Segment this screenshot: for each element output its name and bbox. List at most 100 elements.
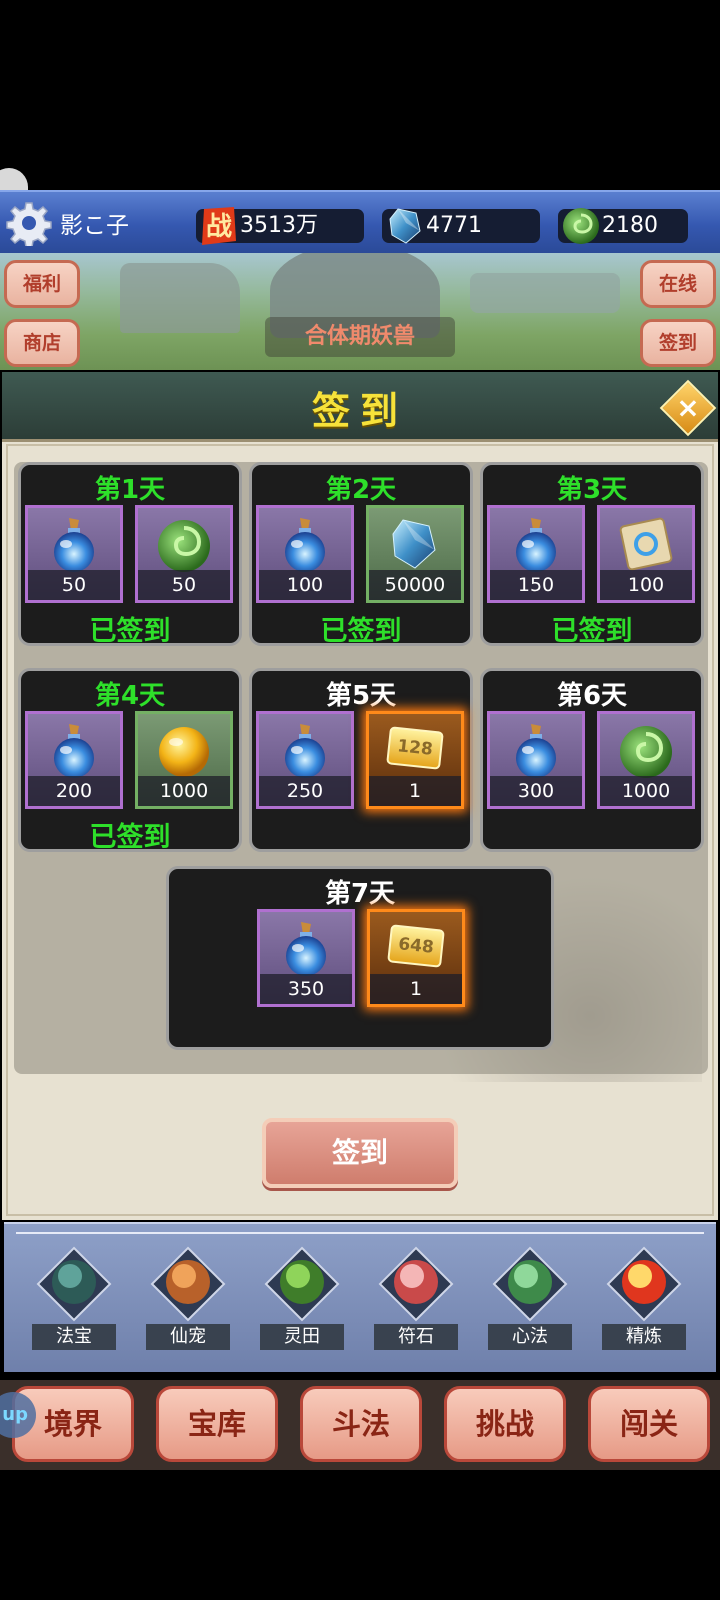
reward-quantity: 150 — [490, 570, 582, 600]
day-title: 第2天 — [325, 475, 397, 505]
reward-quantity: 250 — [259, 776, 351, 806]
dock-label: 灵田 — [260, 1324, 344, 1350]
day-title: 第7天 — [324, 879, 396, 909]
battle-power-icon: 战 — [202, 207, 236, 245]
signin-shortcut-button[interactable]: 签到 — [640, 319, 716, 367]
day-title: 第1天 — [94, 475, 166, 505]
reward-quantity: 1 — [370, 974, 462, 1004]
dock-label: 符石 — [374, 1324, 458, 1350]
svg-text:战: 战 — [206, 212, 232, 242]
reward-quantity: 1000 — [600, 776, 692, 806]
reward-slot[interactable]: 350 — [257, 909, 355, 1007]
online-button[interactable]: 在线 — [640, 260, 716, 308]
scroll-icon — [619, 517, 673, 571]
gear-icon[interactable] — [6, 200, 52, 246]
crystal-pill: 4771 — [382, 208, 540, 244]
jade-coin-value: 2180 — [602, 213, 658, 238]
reward-quantity: 300 — [490, 776, 582, 806]
close-icon: × — [676, 391, 700, 424]
reward-slot[interactable]: 1000 — [135, 711, 233, 809]
signin-panel-body: 第1天 50 50 已签到 第2天 100 50000 已签到 第3天 150 100 已签到 第4天 2… — [2, 442, 718, 1220]
rune-stone-icon — [378, 1246, 454, 1322]
day-card-7: 第7天 350 648 1 — [166, 866, 554, 1050]
signed-status: 已签到 — [551, 616, 633, 647]
reward-slot[interactable]: 100 — [256, 505, 354, 603]
day-title: 第5天 — [325, 681, 397, 711]
reward-slot[interactable]: 1000 — [597, 711, 695, 809]
jade-coin-pill: 2180 — [558, 208, 688, 244]
reward-quantity: 100 — [259, 570, 351, 600]
reward-slot[interactable]: 300 — [487, 711, 585, 809]
jade-coin-icon — [563, 208, 599, 244]
dock-label: 心法 — [488, 1324, 572, 1350]
day-title: 第6天 — [556, 681, 628, 711]
day-card-4: 第4天 200 1000 已签到 — [18, 668, 242, 853]
blue-potion-icon — [285, 518, 325, 572]
main-nav: 境界 宝库 斗法 挑战 闯关 — [0, 1380, 720, 1470]
reward-quantity: 50 — [138, 570, 230, 600]
boss-label: 合体期妖兽 — [265, 317, 455, 357]
scene-ruins — [120, 263, 240, 333]
blue-potion-icon — [54, 518, 94, 572]
jade-coin-icon — [158, 520, 210, 572]
map-scene: 福利 商店 在线 签到 合体期妖兽 — [0, 253, 720, 370]
jade-coin-icon — [620, 726, 672, 778]
player-name: 影こ子 — [60, 213, 129, 239]
shop-button[interactable]: 商店 — [4, 319, 80, 367]
blue-potion-icon — [285, 724, 325, 778]
reward-quantity: 50000 — [369, 570, 461, 600]
function-dock: 法宝 仙宠 灵田 符石 心法 精炼 — [4, 1222, 716, 1372]
signed-status: 已签到 — [89, 616, 171, 647]
day-card-2: 第2天 100 50000 已签到 — [249, 462, 473, 647]
artifact-icon — [36, 1246, 112, 1322]
dock-item-4[interactable]: 符石 — [366, 1246, 466, 1354]
blue-potion-icon — [516, 724, 556, 778]
reward-slot[interactable]: 648 1 — [367, 909, 465, 1007]
dock-item-6[interactable]: 精炼 — [594, 1246, 694, 1354]
battle-power-pill: 战 3513万 — [196, 207, 364, 245]
reward-slot[interactable]: 150 — [487, 505, 585, 603]
dock-label: 法宝 — [32, 1324, 116, 1350]
reward-quantity: 1000 — [138, 776, 230, 806]
scene-stone-slab — [470, 273, 620, 313]
reward-slot[interactable]: 100 — [597, 505, 695, 603]
crystal-icon — [392, 519, 436, 569]
reward-quantity: 50 — [28, 570, 120, 600]
dock-item-3[interactable]: 灵田 — [252, 1246, 352, 1354]
reward-slot[interactable]: 50000 — [366, 505, 464, 603]
nav-button-4[interactable]: 挑战 — [444, 1386, 566, 1462]
reward-slot[interactable]: 200 — [25, 711, 123, 809]
signed-status: 已签到 — [89, 822, 171, 853]
reward-slot[interactable]: 250 — [256, 711, 354, 809]
dock-item-2[interactable]: 仙宠 — [138, 1246, 238, 1354]
blue-potion-icon — [54, 724, 94, 778]
nav-button-5[interactable]: 闯关 — [588, 1386, 710, 1462]
signin-panel-header: 签到 × — [2, 372, 718, 442]
refine-scroll-icon — [606, 1246, 682, 1322]
day-card-3: 第3天 150 100 已签到 — [480, 462, 704, 647]
dock-divider — [16, 1232, 704, 1234]
day-card-6: 第6天 300 1000 — [480, 668, 704, 852]
manual-book-icon — [492, 1246, 568, 1322]
reward-slot[interactable]: 50 — [25, 505, 123, 603]
crystal-icon — [389, 208, 421, 244]
gold-orb-icon — [159, 727, 209, 777]
reward-slot[interactable]: 50 — [135, 505, 233, 603]
panel-title: 签到 — [311, 389, 408, 433]
nav-button-2[interactable]: 宝库 — [156, 1386, 278, 1462]
welfare-button[interactable]: 福利 — [4, 260, 80, 308]
nav-button-3[interactable]: 斗法 — [300, 1386, 422, 1462]
dock-label: 仙宠 — [146, 1324, 230, 1350]
reward-slot[interactable]: 128 1 — [366, 711, 464, 809]
reward-quantity: 350 — [260, 974, 352, 1004]
fox-pet-icon — [150, 1246, 226, 1322]
spirit-field-icon — [264, 1246, 340, 1322]
day-title: 第4天 — [94, 681, 166, 711]
dock-item-5[interactable]: 心法 — [480, 1246, 580, 1354]
dock-label: 精炼 — [602, 1324, 686, 1350]
dock-item-1[interactable]: 法宝 — [24, 1246, 124, 1354]
blue-potion-icon — [516, 518, 556, 572]
battle-power-value: 3513万 — [240, 213, 318, 238]
signin-button[interactable]: 签到 — [262, 1118, 458, 1188]
reward-quantity: 200 — [28, 776, 120, 806]
